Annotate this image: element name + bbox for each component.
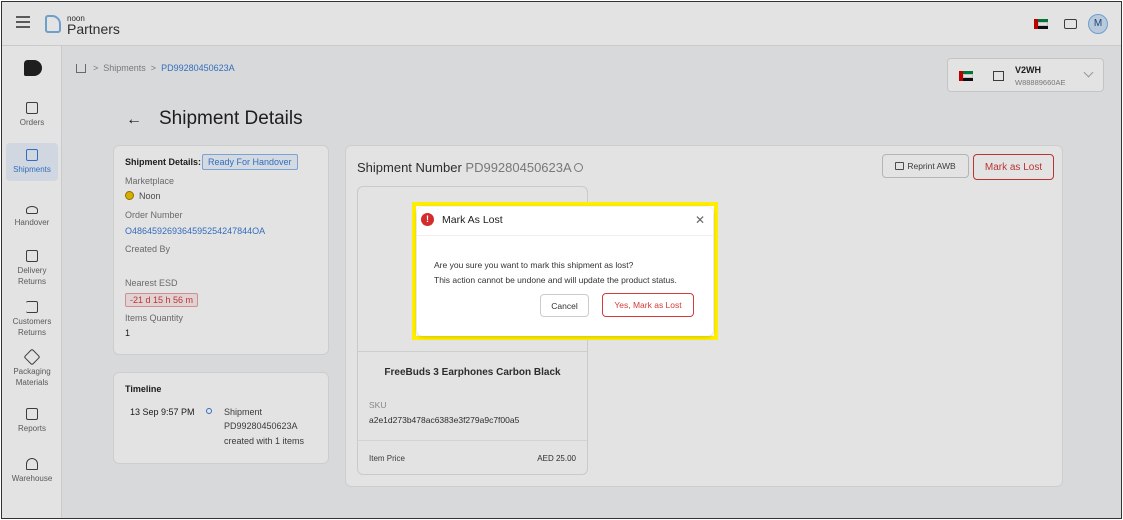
dialog-message-line-2: This action cannot be undone and will up…: [434, 275, 677, 285]
close-icon[interactable]: ✕: [695, 213, 705, 227]
warning-icon: !: [421, 213, 434, 226]
dialog-message-line-1: Are you sure you want to mark this shipm…: [434, 260, 634, 270]
app-frame: noon Partners M Orders Shipments Handove…: [1, 1, 1122, 519]
mark-as-lost-dialog: ! Mark As Lost ✕ Are you sure you want t…: [417, 207, 713, 336]
confirm-mark-lost-button[interactable]: Yes, Mark as Lost: [602, 293, 694, 317]
cancel-button[interactable]: Cancel: [540, 294, 589, 317]
dialog-title: Mark As Lost: [442, 214, 503, 226]
